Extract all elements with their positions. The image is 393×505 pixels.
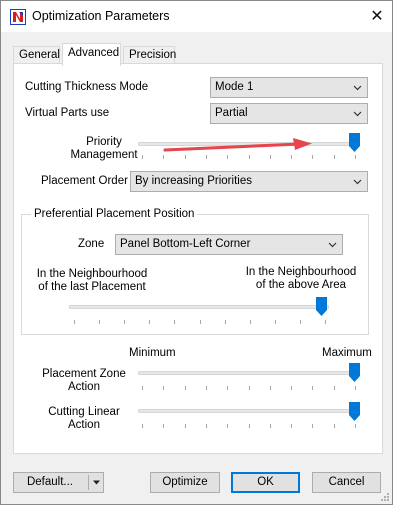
slider-tick	[249, 155, 250, 159]
zone-label: Zone	[78, 238, 105, 250]
cutting-linear-action-slider-track[interactable]	[138, 409, 357, 413]
cutting-thickness-mode-select[interactable]: Mode 1	[210, 77, 368, 98]
slider-tick	[227, 386, 228, 390]
cutting-linear-action-slider-thumb[interactable]	[349, 402, 360, 421]
title-bar: Optimization Parameters ✕	[1, 1, 392, 32]
chevron-down-icon	[328, 242, 337, 248]
placement-order-label: Placement Order	[41, 175, 128, 187]
cutting-thickness-mode-label: Cutting Thickness Mode	[25, 81, 149, 93]
slider-tick	[312, 155, 313, 159]
slider-tick	[270, 424, 271, 428]
slider-tick	[250, 320, 251, 324]
virtual-parts-use-value: Partial	[215, 107, 248, 119]
cutting-linear-action-ticks	[142, 424, 356, 428]
slider-tick	[325, 320, 326, 324]
cancel-button[interactable]: Cancel	[312, 472, 381, 493]
neighbourhood-above-area-line2: of the above Area	[255, 279, 347, 291]
split-separator	[88, 475, 89, 490]
slider-tick	[99, 320, 100, 324]
placement-position-ticks	[74, 320, 326, 324]
placement-order-value: By increasing Priorities	[135, 175, 252, 187]
cutting-thickness-mode-value: Mode 1	[215, 81, 254, 93]
zone-select[interactable]: Panel Bottom-Left Corner	[115, 234, 343, 255]
slider-tick	[291, 386, 292, 390]
chevron-down-icon	[353, 179, 362, 185]
dropdown-arrow-icon[interactable]	[92, 479, 101, 486]
slider-tick	[270, 155, 271, 159]
priority-management-ticks	[142, 155, 356, 159]
slider-tick	[142, 155, 143, 159]
slider-tick	[300, 320, 301, 324]
optimization-parameters-dialog: Optimization Parameters ✕ General Advanc…	[0, 0, 393, 505]
slider-tick	[206, 386, 207, 390]
slider-tick	[334, 155, 335, 159]
neighbourhood-above-area-line1: In the Neighbourhood	[245, 266, 357, 278]
neighbourhood-last-placement-line1: In the Neighbourhood	[36, 268, 148, 280]
placement-zone-action-label-line1: Placement Zone	[42, 368, 126, 380]
slider-tick	[163, 155, 164, 159]
placement-zone-action-ticks	[142, 386, 356, 390]
slider-tick	[163, 386, 164, 390]
virtual-parts-use-label: Virtual Parts use	[25, 107, 110, 119]
slider-tick	[275, 320, 276, 324]
slider-tick	[334, 386, 335, 390]
preferential-placement-group-title: Preferential Placement Position	[31, 208, 198, 220]
resize-grip-icon[interactable]	[378, 490, 390, 502]
chevron-down-icon	[353, 111, 362, 117]
slider-tick	[355, 424, 356, 428]
slider-tick	[206, 424, 207, 428]
neighbourhood-last-placement-line2: of the last Placement	[38, 281, 146, 293]
slider-tick	[124, 320, 125, 324]
slider-tick	[185, 424, 186, 428]
app-logo-icon	[10, 9, 26, 25]
slider-tick	[355, 155, 356, 159]
virtual-parts-use-select[interactable]: Partial	[210, 103, 368, 124]
advanced-tab-panel: Cutting Thickness Mode Mode 1 Virtual Pa…	[13, 63, 383, 454]
slider-tick	[270, 386, 271, 390]
slider-tick	[334, 424, 335, 428]
zone-value: Panel Bottom-Left Corner	[120, 238, 251, 250]
placement-position-slider-thumb[interactable]	[316, 297, 327, 316]
slider-tick	[291, 424, 292, 428]
slider-tick	[185, 386, 186, 390]
slider-tick	[185, 155, 186, 159]
slider-tick	[174, 320, 175, 324]
scale-minimum-label: Minimum	[129, 347, 176, 359]
slider-tick	[225, 320, 226, 324]
slider-tick	[312, 386, 313, 390]
slider-tick	[355, 386, 356, 390]
annotation-arrow-icon	[163, 138, 312, 152]
slider-tick	[291, 155, 292, 159]
slider-tick	[227, 155, 228, 159]
placement-zone-action-slider-thumb[interactable]	[349, 363, 360, 382]
slider-tick	[142, 424, 143, 428]
optimize-button[interactable]: Optimize	[150, 472, 220, 493]
close-button[interactable]: ✕	[363, 3, 391, 30]
slider-tick	[142, 386, 143, 390]
default-button-label: Default...	[26, 476, 74, 488]
default-split-button[interactable]: Default...	[13, 472, 104, 493]
slider-tick	[249, 386, 250, 390]
slider-tick	[312, 424, 313, 428]
slider-tick	[74, 320, 75, 324]
slider-tick	[200, 320, 201, 324]
ok-button[interactable]: OK	[231, 472, 300, 493]
cutting-linear-action-label-line2: Action	[68, 419, 100, 431]
slider-tick	[163, 424, 164, 428]
tab-advanced[interactable]: Advanced	[62, 43, 121, 66]
slider-tick	[206, 155, 207, 159]
placement-zone-action-label-line2: Action	[68, 381, 100, 393]
chevron-down-icon	[353, 85, 362, 91]
scale-maximum-label: Maximum	[322, 347, 372, 359]
slider-tick	[227, 424, 228, 428]
priority-management-slider-thumb[interactable]	[349, 133, 360, 152]
slider-tick	[249, 424, 250, 428]
placement-order-select[interactable]: By increasing Priorities	[130, 171, 368, 192]
window-title: Optimization Parameters	[32, 9, 170, 23]
priority-management-label-line2: Management	[70, 149, 138, 161]
placement-zone-action-slider-track[interactable]	[138, 371, 357, 375]
cutting-linear-action-label-line1: Cutting Linear	[48, 406, 120, 418]
placement-position-slider-track[interactable]	[69, 305, 329, 309]
slider-tick	[149, 320, 150, 324]
